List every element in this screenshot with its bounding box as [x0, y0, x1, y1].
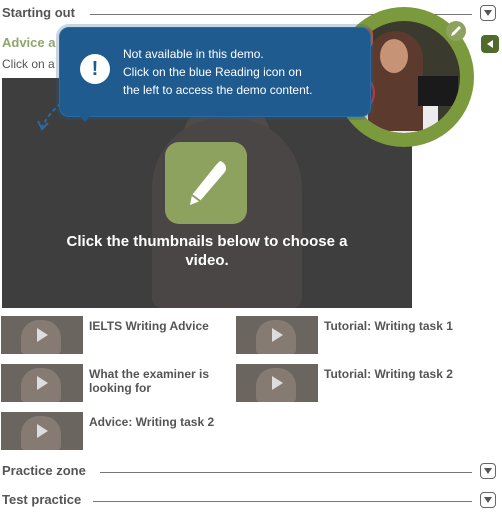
video-thumbnail-item[interactable]: Tutorial: Writing task 1: [236, 316, 496, 354]
callout-text: Not available in this demo. Click on the…: [123, 45, 363, 99]
video-thumbnail-item[interactable]: Tutorial: Writing task 2: [236, 364, 496, 402]
video-thumbnail-item[interactable]: Advice: Writing task 2: [1, 412, 231, 450]
instruction-text: Click on a: [2, 57, 55, 71]
section-title: Starting out: [2, 5, 75, 20]
pencil-icon[interactable]: [446, 21, 466, 41]
section-header-practice-zone[interactable]: Practice zone: [0, 460, 502, 484]
callout-line: Click on the blue Reading icon on: [123, 65, 302, 79]
video-thumbnail-item[interactable]: What the examiner is looking for: [1, 364, 231, 402]
callout-tail: [77, 113, 93, 122]
section-title: Practice zone: [2, 463, 86, 478]
callout-line: the left to access the demo content.: [123, 83, 313, 97]
play-icon: [272, 376, 283, 390]
play-icon: [37, 424, 48, 438]
back-button[interactable]: [481, 35, 499, 53]
thumbnail-label[interactable]: What the examiner is looking for: [89, 367, 229, 395]
chevron-down-icon[interactable]: [480, 492, 496, 508]
section-title: Test practice: [2, 492, 82, 507]
pencil-icon: [165, 142, 247, 224]
video-thumbnail[interactable]: [1, 364, 83, 402]
video-thumbnail-item[interactable]: IELTS Writing Advice: [1, 316, 231, 354]
play-icon: [272, 328, 283, 342]
play-icon: [37, 328, 48, 342]
video-thumbnail[interactable]: [1, 316, 83, 354]
play-icon: [37, 376, 48, 390]
chevron-down-icon[interactable]: [480, 5, 496, 21]
section-header-test-practice[interactable]: Test practice: [0, 489, 502, 513]
thumbnail-label[interactable]: IELTS Writing Advice: [89, 319, 229, 333]
info-icon: !: [80, 54, 110, 84]
subsection-title: Advice a: [2, 35, 56, 50]
thumbnail-label[interactable]: Tutorial: Writing task 2: [324, 367, 464, 381]
callout-line: Not available in this demo.: [123, 47, 264, 61]
chevron-down-icon[interactable]: [480, 463, 496, 479]
divider: [93, 501, 472, 502]
divider: [100, 472, 472, 473]
video-thumbnail[interactable]: [236, 364, 318, 402]
thumbnail-label[interactable]: Advice: Writing task 2: [89, 415, 229, 429]
demo-notice-callout: ! Not available in this demo. Click on t…: [59, 27, 371, 117]
thumbnail-label[interactable]: Tutorial: Writing task 1: [324, 319, 464, 333]
video-thumbnail[interactable]: [1, 412, 83, 450]
video-caption: Click the thumbnails below to choose a v…: [66, 233, 348, 269]
video-thumbnail[interactable]: [236, 316, 318, 354]
